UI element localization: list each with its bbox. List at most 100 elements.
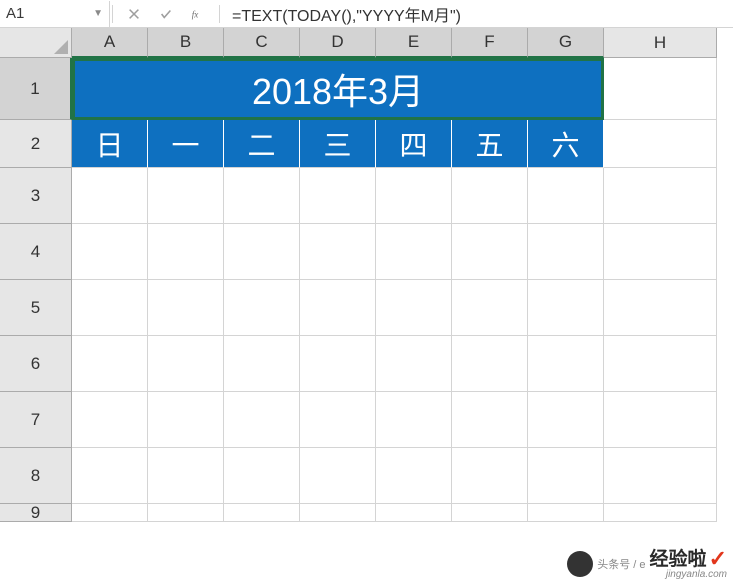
- formula-bar-icons: fx: [115, 2, 217, 26]
- cell[interactable]: [72, 336, 148, 392]
- cell[interactable]: [604, 58, 717, 120]
- column-header[interactable]: H: [604, 28, 717, 58]
- cell[interactable]: [376, 168, 452, 224]
- cell[interactable]: [604, 280, 717, 336]
- row-header[interactable]: 7: [0, 392, 72, 448]
- cell[interactable]: [224, 224, 300, 280]
- cell[interactable]: [376, 336, 452, 392]
- formula-bar: A1 ▼ fx =TEXT(TODAY(),"YYYY年M月"): [0, 0, 733, 28]
- cell[interactable]: [452, 504, 528, 522]
- cell[interactable]: [452, 224, 528, 280]
- day-header-cell[interactable]: 三: [300, 120, 376, 168]
- cell[interactable]: [376, 280, 452, 336]
- cell[interactable]: [376, 448, 452, 504]
- table-row: 1 2018年3月: [0, 58, 733, 120]
- cell[interactable]: [604, 168, 717, 224]
- cell[interactable]: [376, 224, 452, 280]
- row-header[interactable]: 3: [0, 168, 72, 224]
- cell[interactable]: [148, 224, 224, 280]
- cell[interactable]: [528, 224, 604, 280]
- column-header[interactable]: A: [72, 28, 148, 58]
- cell[interactable]: [224, 168, 300, 224]
- row-header[interactable]: 6: [0, 336, 72, 392]
- cell[interactable]: [604, 504, 717, 522]
- title-merged-cell[interactable]: 2018年3月: [72, 58, 604, 120]
- cell[interactable]: [72, 504, 148, 522]
- column-header[interactable]: E: [376, 28, 452, 58]
- cell[interactable]: [224, 504, 300, 522]
- row-header[interactable]: 1: [0, 58, 72, 120]
- cell[interactable]: [224, 392, 300, 448]
- cell[interactable]: [300, 224, 376, 280]
- row-header[interactable]: 5: [0, 280, 72, 336]
- cell[interactable]: [148, 280, 224, 336]
- name-box-dropdown-icon[interactable]: ▼: [93, 8, 103, 19]
- cell[interactable]: [72, 392, 148, 448]
- cell[interactable]: [528, 448, 604, 504]
- cell[interactable]: [148, 504, 224, 522]
- cell[interactable]: [528, 280, 604, 336]
- row-header[interactable]: 8: [0, 448, 72, 504]
- cell[interactable]: [72, 280, 148, 336]
- cell[interactable]: [148, 168, 224, 224]
- cell[interactable]: [452, 448, 528, 504]
- cell[interactable]: [376, 504, 452, 522]
- cell[interactable]: [528, 504, 604, 522]
- table-row: 5: [0, 280, 733, 336]
- formula-input[interactable]: =TEXT(TODAY(),"YYYY年M月"): [222, 2, 733, 26]
- cell[interactable]: [300, 280, 376, 336]
- divider: [219, 5, 220, 23]
- cell[interactable]: [452, 168, 528, 224]
- cell[interactable]: [72, 168, 148, 224]
- day-header-cell[interactable]: 日: [72, 120, 148, 168]
- cell[interactable]: [72, 448, 148, 504]
- day-header-cell[interactable]: 一: [148, 120, 224, 168]
- cell[interactable]: [300, 392, 376, 448]
- cell[interactable]: [300, 448, 376, 504]
- cell[interactable]: [604, 224, 717, 280]
- divider: [112, 5, 113, 23]
- cell[interactable]: [452, 280, 528, 336]
- cell[interactable]: [452, 392, 528, 448]
- cell[interactable]: [528, 168, 604, 224]
- table-row: 2 日 一 二 三 四 五 六: [0, 120, 733, 168]
- fx-icon[interactable]: fx: [183, 2, 213, 26]
- cell[interactable]: [148, 392, 224, 448]
- column-header[interactable]: C: [224, 28, 300, 58]
- row-header[interactable]: 9: [0, 504, 72, 522]
- cancel-icon[interactable]: [119, 2, 149, 26]
- svg-text:fx: fx: [192, 9, 199, 19]
- column-header[interactable]: D: [300, 28, 376, 58]
- cell[interactable]: [224, 280, 300, 336]
- cell[interactable]: [72, 224, 148, 280]
- column-header[interactable]: G: [528, 28, 604, 58]
- row-header[interactable]: 2: [0, 120, 72, 168]
- cell[interactable]: [452, 336, 528, 392]
- name-box[interactable]: A1 ▼: [0, 1, 110, 27]
- enter-icon[interactable]: [151, 2, 181, 26]
- cell[interactable]: [528, 392, 604, 448]
- cell[interactable]: [604, 336, 717, 392]
- cell[interactable]: [224, 336, 300, 392]
- cell[interactable]: [148, 448, 224, 504]
- cell[interactable]: [148, 336, 224, 392]
- day-header-cell[interactable]: 四: [376, 120, 452, 168]
- column-header[interactable]: B: [148, 28, 224, 58]
- day-header-cell[interactable]: 六: [528, 120, 604, 168]
- cell[interactable]: [300, 504, 376, 522]
- cell[interactable]: [300, 336, 376, 392]
- day-header-cell[interactable]: 二: [224, 120, 300, 168]
- cell[interactable]: [224, 448, 300, 504]
- avatar-icon: [567, 551, 593, 577]
- select-all-corner[interactable]: [0, 28, 72, 58]
- cell[interactable]: [604, 120, 717, 168]
- row-header[interactable]: 4: [0, 224, 72, 280]
- cell[interactable]: [604, 448, 717, 504]
- cell[interactable]: [604, 392, 717, 448]
- cell[interactable]: [300, 168, 376, 224]
- cell[interactable]: [528, 336, 604, 392]
- column-header[interactable]: F: [452, 28, 528, 58]
- watermark-logo: 经验啦 ✓: [650, 548, 727, 570]
- cell[interactable]: [376, 392, 452, 448]
- day-header-cell[interactable]: 五: [452, 120, 528, 168]
